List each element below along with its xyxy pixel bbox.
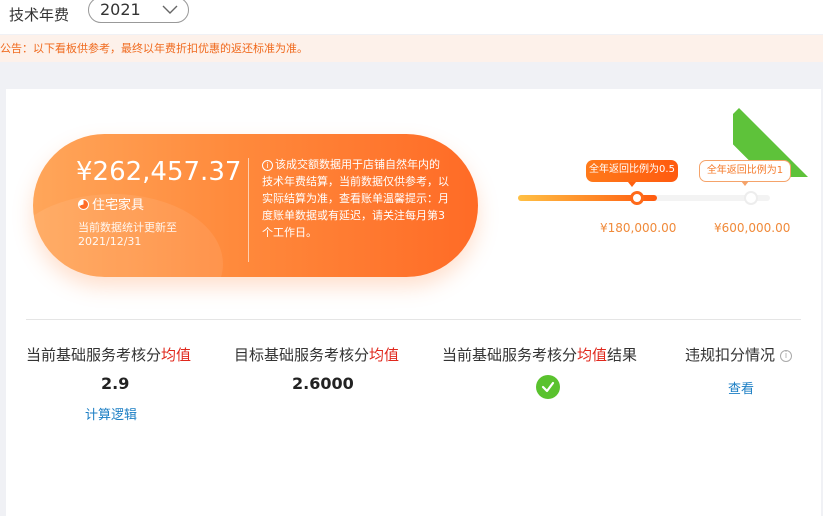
pie-chart-icon xyxy=(78,199,89,210)
metric-label-text: 当前基础服务考核分 xyxy=(442,346,578,364)
milestone-dot-1 xyxy=(630,191,644,205)
notice-bar: 公告：以下看板供参考，最终以年费折扣优惠的返还标准为准。 xyxy=(0,35,823,62)
milestone-amount-2: ¥600,000.00 xyxy=(714,221,791,235)
metric-score-result-label: 当前基础服务考核分均值结果 xyxy=(442,344,637,365)
notice-link[interactable]: 年费折扣优惠的返还标准 xyxy=(154,42,275,55)
stat-update-label: 当前数据统计更新至 xyxy=(78,221,177,234)
metric-label-highlight: 均值 xyxy=(161,346,192,364)
metric-violation-label: 违规扣分情况 i xyxy=(685,344,793,365)
notice-suffix: 为准。 xyxy=(275,42,308,55)
calc-logic-link[interactable]: 计算逻辑 xyxy=(85,404,137,423)
metric-target-score-label: 目标基础服务考核分均值 xyxy=(234,344,399,365)
metric-label-suffix: 结果 xyxy=(607,346,638,364)
metric-label-text: 目标基础服务考核分 xyxy=(234,346,370,364)
milestone-bubble-1: 全年返回比例为0.5 xyxy=(586,160,678,187)
check-circle-icon xyxy=(536,375,560,399)
metric-label-text: 当前基础服务考核分 xyxy=(26,346,162,364)
milestone-amount-1: ¥180,000.00 xyxy=(600,221,677,235)
milestone-dot-2 xyxy=(744,191,758,205)
metric-label-highlight: 均值 xyxy=(577,346,608,364)
category-label: 住宅家具 xyxy=(92,198,145,213)
turnover-note: i 该成交额数据用于店铺自然年内的技术年费结算，当前数据仅供参考，以实际结算为准，… xyxy=(262,156,450,241)
metric-label-text: 违规扣分情况 xyxy=(685,346,776,364)
view-violation-link[interactable]: 查看 xyxy=(728,378,754,397)
page-title: 技术年费 xyxy=(9,6,70,24)
summary-capsule: ¥262,457.37 住宅家具 当前数据统计更新至 2021/12/31 i该… xyxy=(33,134,478,277)
year-select[interactable]: 2021 xyxy=(88,0,189,23)
metric-current-score-label: 当前基础服务考核分均值 xyxy=(26,344,191,365)
metric-target-score-value: 2.6000 xyxy=(292,374,354,393)
annual-fee-card: 履约中 ¥262,457.37 住宅家具 当前数据统计更新至 2021/12/3… xyxy=(6,89,821,516)
section-divider xyxy=(26,319,801,320)
stat-update-date: 2021/12/31 xyxy=(78,235,142,248)
category-tag: 住宅家具 xyxy=(78,194,144,213)
notice-prefix: 公告：以下看板供参考，最终以 xyxy=(0,42,154,55)
view-bill-link[interactable]: 查看账单 xyxy=(339,192,383,205)
help-icon[interactable]: i xyxy=(780,350,793,362)
turnover-amount: ¥262,457.37 xyxy=(76,157,242,187)
year-select-value: 2021 xyxy=(100,0,141,19)
chevron-down-icon xyxy=(162,5,178,14)
info-icon: i xyxy=(262,160,273,171)
metric-current-score-value: 2.9 xyxy=(101,374,130,393)
capsule-divider xyxy=(248,158,249,262)
top-bar: 技术年费 2021 xyxy=(0,0,823,34)
milestone-bubble-2: 全年返回比例为1 xyxy=(699,160,791,186)
metric-label-highlight: 均值 xyxy=(369,346,400,364)
